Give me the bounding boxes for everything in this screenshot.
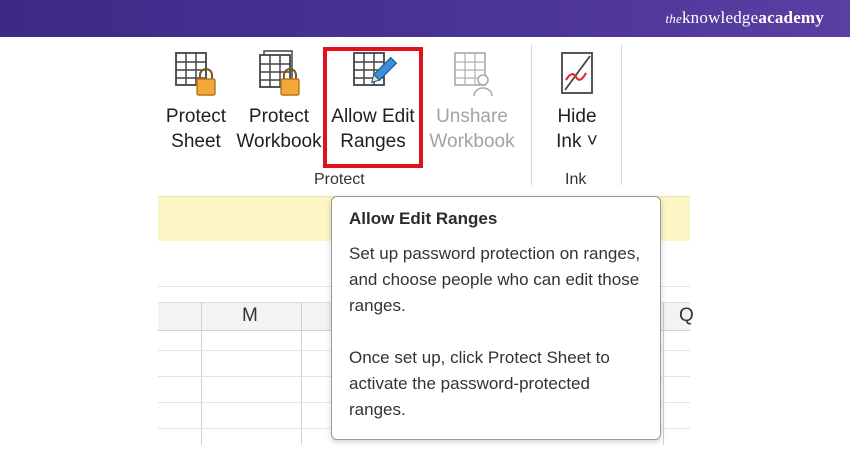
protect-workbook-label-1: Protect: [248, 106, 310, 127]
column-header-m[interactable]: M: [242, 305, 258, 327]
protect-workbook-icon: [259, 50, 300, 96]
protect-sheet-button[interactable]: Protect Sheet: [163, 50, 229, 154]
group-separator: [531, 45, 532, 185]
unshare-workbook-label-1: Unshare: [436, 106, 508, 127]
unshare-workbook-icon: [454, 52, 493, 97]
brand-the: the: [665, 11, 682, 26]
column-header-q[interactable]: Q: [679, 305, 694, 327]
unshare-workbook-label-2: Workbook: [429, 131, 515, 152]
hide-ink-button[interactable]: Hide Ink ˅: [546, 50, 608, 154]
brand-header-bar: theknowledgeacademy: [0, 0, 850, 37]
tooltip-title: Allow Edit Ranges: [349, 209, 498, 228]
protect-sheet-label-1: Protect: [165, 106, 227, 127]
ink-group-label: Ink: [565, 171, 587, 188]
brand-knowledge: knowledge: [681, 8, 759, 27]
brand-academy: academy: [758, 8, 824, 27]
hide-ink-icon: [561, 52, 593, 94]
tooltip-description: Set up password protection on ranges, an…: [349, 244, 641, 315]
protect-sheet-icon: [175, 52, 216, 96]
unshare-workbook-button[interactable]: Unshare Workbook: [427, 50, 517, 154]
protect-workbook-label-2: Workbook: [236, 131, 322, 152]
allow-edit-ranges-highlight: [323, 47, 423, 168]
protect-sheet-label-2: Sheet: [171, 131, 221, 152]
tooltip-instruction: Once set up, click Protect Sheet to acti…: [349, 348, 610, 419]
protect-workbook-button[interactable]: Protect Workbook: [235, 50, 323, 154]
hide-ink-label-1: Hide: [557, 106, 597, 127]
brand-logo: theknowledgeacademy: [666, 8, 825, 28]
hide-ink-label-2: Ink ˅: [556, 131, 598, 152]
group-separator-right: [621, 45, 622, 185]
protect-group-label: Protect: [314, 171, 365, 188]
allow-edit-ranges-tooltip: Allow Edit Ranges Set up password protec…: [331, 196, 661, 440]
